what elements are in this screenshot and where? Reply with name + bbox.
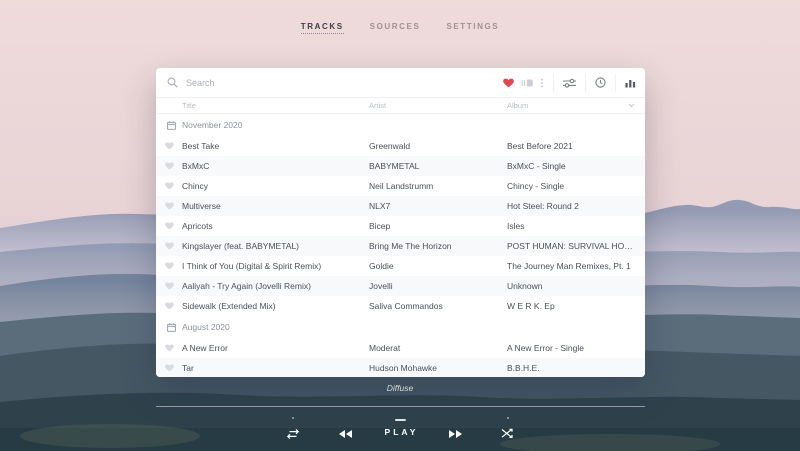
date-group-label: August 2020 [182, 322, 230, 332]
track-artist: Saliva Commandos [369, 301, 507, 311]
track-title: Tar [182, 363, 369, 373]
track-row[interactable]: I Think of You (Digital & Spirit Remix) … [156, 256, 645, 276]
track-album: POST HUMAN: SURVIVAL HORROR [507, 241, 645, 251]
overflow-menu-icon[interactable] [540, 78, 544, 88]
tracks-panel: Title Artist Album November 2020 [156, 68, 645, 377]
table-header: Title Artist Album [156, 98, 645, 114]
track-artist: Greenwald [369, 141, 507, 151]
search-icon [167, 77, 178, 88]
track-album: B.B.H.E. [507, 363, 645, 373]
track-title: Sidewalk (Extended Mix) [182, 301, 369, 311]
track-album: Isles [507, 221, 645, 231]
filter-sliders-icon[interactable] [563, 78, 576, 88]
track-album: Hot Steel: Round 2 [507, 201, 645, 211]
track-title: Kingslayer (feat. BABYMETAL) [182, 241, 369, 251]
track-row[interactable]: A New Error Moderat A New Error - Single [156, 338, 645, 358]
sort-chevron-down-icon[interactable] [628, 103, 635, 108]
track-artist: Hudson Mohawke [369, 363, 507, 373]
favorites-heart-icon[interactable] [503, 78, 514, 88]
favorite-heart-icon[interactable] [165, 262, 174, 270]
track-title: Aaliyah - Try Again (Jovelli Remix) [182, 281, 369, 291]
track-artist: Jovelli [369, 281, 507, 291]
app-name-label: Diffuse [0, 383, 800, 393]
column-header-album[interactable]: Album [507, 101, 528, 110]
favorite-heart-icon[interactable] [165, 364, 174, 372]
track-title: I Think of You (Digital & Spirit Remix) [182, 261, 369, 271]
equalizer-icon[interactable] [625, 78, 636, 88]
track-row[interactable]: Aaliyah - Try Again (Jovelli Remix) Jove… [156, 276, 645, 296]
calendar-icon [167, 121, 176, 130]
date-group-header: August 2020 [156, 316, 645, 338]
search-toolbar [156, 68, 645, 98]
track-artist: BABYMETAL [369, 161, 507, 171]
top-navigation: TRACKS SOURCES SETTINGS [0, 22, 800, 34]
favorite-heart-icon[interactable] [165, 302, 174, 310]
track-list: November 2020 Best Take Greenwald Best B… [156, 114, 645, 377]
favorite-heart-icon[interactable] [165, 242, 174, 250]
track-title: Chincy [182, 181, 369, 191]
track-album: A New Error - Single [507, 343, 645, 353]
favorite-heart-icon[interactable] [165, 202, 174, 210]
favorite-heart-icon[interactable] [165, 142, 174, 150]
play-button[interactable]: PLAY [0, 427, 800, 437]
nav-tab-tracks[interactable]: TRACKS [301, 22, 344, 34]
column-header-artist[interactable]: Artist [369, 101, 507, 110]
app-stage: TRACKS SOURCES SETTINGS [0, 0, 800, 451]
track-title: A New Error [182, 343, 369, 353]
track-artist: NLX7 [369, 201, 507, 211]
calendar-icon [167, 323, 176, 332]
track-row[interactable]: Apricots Bicep Isles [156, 216, 645, 236]
track-row[interactable]: Chincy Neil Landstrumm Chincy - Single [156, 176, 645, 196]
track-artist: Goldie [369, 261, 507, 271]
track-row[interactable]: BxMxC BABYMETAL BxMxC - Single [156, 156, 645, 176]
track-artist: Neil Landstrumm [369, 181, 507, 191]
favorite-heart-icon[interactable] [165, 162, 174, 170]
track-artist: Moderat [369, 343, 507, 353]
toolbar-group-filters [553, 74, 585, 92]
track-album: The Journey Man Remixes, Pt. 1 [507, 261, 645, 271]
track-title: Multiverse [182, 201, 369, 211]
toolbar-group-equalizer [615, 74, 645, 92]
track-row[interactable]: Multiverse NLX7 Hot Steel: Round 2 [156, 196, 645, 216]
track-artist: Bicep [369, 221, 507, 231]
history-clock-icon[interactable] [595, 77, 606, 88]
seek-bar[interactable] [156, 405, 645, 408]
track-row[interactable]: Tar Hudson Mohawke B.B.H.E. [156, 358, 645, 377]
nav-tab-settings[interactable]: SETTINGS [446, 22, 499, 34]
track-title: Best Take [182, 141, 369, 151]
track-row[interactable]: Sidewalk (Extended Mix) Saliva Commandos… [156, 296, 645, 316]
column-header-title[interactable]: Title [182, 101, 369, 110]
track-album: Unknown [507, 281, 645, 291]
favorite-heart-icon[interactable] [165, 344, 174, 352]
favorite-heart-icon[interactable] [165, 282, 174, 290]
track-album: W E R K. Ep [507, 301, 645, 311]
now-playing-icon[interactable] [521, 78, 533, 88]
date-group-label: November 2020 [182, 120, 242, 130]
track-row[interactable]: Kingslayer (feat. BABYMETAL) Bring Me Th… [156, 236, 645, 256]
nav-tab-sources[interactable]: SOURCES [370, 22, 421, 34]
favorite-heart-icon[interactable] [165, 182, 174, 190]
seek-bar-line [156, 406, 645, 407]
date-group-header: November 2020 [156, 114, 645, 136]
toolbar-group-favorites [494, 74, 553, 92]
search-input[interactable] [178, 78, 494, 88]
track-title: Apricots [182, 221, 369, 231]
track-album: Chincy - Single [507, 181, 645, 191]
track-row[interactable]: Best Take Greenwald Best Before 2021 [156, 136, 645, 156]
track-artist: Bring Me The Horizon [369, 241, 507, 251]
favorite-heart-icon[interactable] [165, 222, 174, 230]
track-album: BxMxC - Single [507, 161, 645, 171]
track-album: Best Before 2021 [507, 141, 645, 151]
track-title: BxMxC [182, 161, 369, 171]
toolbar-group-history [585, 74, 615, 92]
